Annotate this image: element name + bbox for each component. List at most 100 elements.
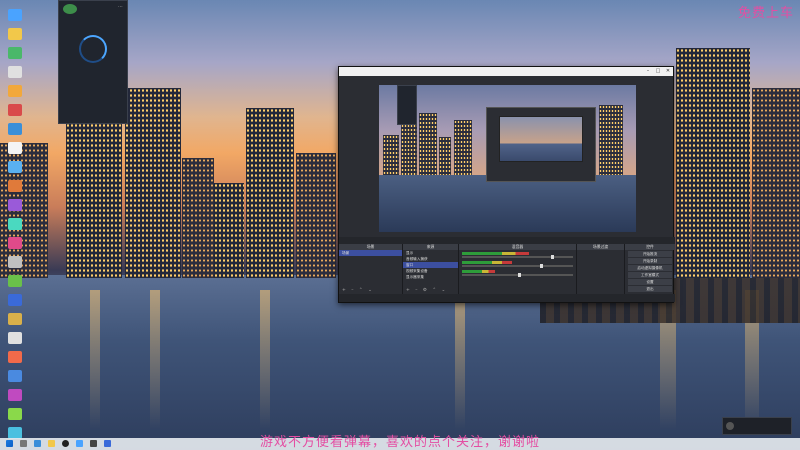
virtual-camera-button[interactable]: 启动虚拟摄像机 xyxy=(628,265,672,271)
obs-titlebar[interactable]: – □ ✕ xyxy=(339,67,673,76)
panel-header xyxy=(59,1,127,17)
light-reflection xyxy=(90,290,100,430)
preview-building xyxy=(454,120,472,175)
desktop-shortcut[interactable] xyxy=(4,218,26,230)
dock-titles-bar xyxy=(339,237,675,244)
desktop-shortcut[interactable] xyxy=(4,237,26,249)
studio-mode-button[interactable]: 工作室模式 xyxy=(628,272,672,278)
exit-button[interactable]: 退出 xyxy=(628,286,672,292)
transitions-dock: 场景过渡 xyxy=(577,244,625,294)
source-item[interactable]: 显示器采集 xyxy=(403,274,458,280)
building xyxy=(125,88,181,278)
preview-building xyxy=(419,113,437,175)
desktop-shortcut[interactable] xyxy=(4,408,26,420)
obs-status-bar xyxy=(339,294,675,302)
controls-dock: 控件 开始推流 开始录制 启动虚拟摄像机 工作室模式 设置 退出 xyxy=(625,244,675,294)
more-icon[interactable]: ⋯ xyxy=(118,4,123,10)
desktop-icon-column xyxy=(4,2,26,439)
app-icon xyxy=(8,332,22,344)
building xyxy=(214,183,244,278)
app-icon xyxy=(8,199,22,211)
desktop-shortcut[interactable] xyxy=(4,28,26,40)
sources-dock: 来源 显示 音频输入捕获 窗口 视频采集设备 显示器采集 + – ⚙ ⌃ ⌄ xyxy=(403,244,459,294)
close-button[interactable]: ✕ xyxy=(663,67,673,76)
preview-water xyxy=(379,175,636,232)
volume-slider-handle[interactable] xyxy=(539,264,543,268)
desktop-shortcut[interactable] xyxy=(4,275,26,287)
desktop-shortcut[interactable] xyxy=(4,85,26,97)
app-icon xyxy=(8,370,22,382)
desktop-shortcut[interactable] xyxy=(4,180,26,192)
building xyxy=(182,158,214,278)
obs-preview[interactable] xyxy=(379,85,636,232)
transitions-header: 场景过渡 xyxy=(577,244,624,250)
light-reflection xyxy=(455,290,465,430)
desktop-shortcut[interactable] xyxy=(4,256,26,268)
app-icon xyxy=(8,275,22,287)
desktop-shortcut[interactable] xyxy=(4,294,26,306)
preview-building xyxy=(439,137,451,175)
maximize-button[interactable]: □ xyxy=(653,67,663,76)
controls-header: 控件 xyxy=(625,244,675,250)
app-icon xyxy=(8,408,22,420)
desktop-shortcut[interactable] xyxy=(4,199,26,211)
settings-button[interactable]: 设置 xyxy=(628,279,672,285)
app-icon xyxy=(8,237,22,249)
app-icon xyxy=(8,85,22,97)
corner-overlay-text: 免费上车 xyxy=(737,6,794,21)
desktop-shortcut[interactable] xyxy=(4,104,26,116)
desktop-shortcut[interactable] xyxy=(4,313,26,325)
volume-slider[interactable] xyxy=(462,273,573,277)
app-icon xyxy=(8,66,22,78)
desktop-shortcut[interactable] xyxy=(4,66,26,78)
preview-building xyxy=(383,135,399,175)
desktop-shortcut[interactable] xyxy=(4,161,26,173)
start-recording-button[interactable]: 开始录制 xyxy=(628,258,672,264)
building xyxy=(296,153,336,278)
mixer-track xyxy=(459,259,576,268)
app-icon xyxy=(8,180,22,192)
building xyxy=(66,123,122,278)
mixer-track xyxy=(459,250,576,259)
avatar xyxy=(63,4,77,14)
desktop-shortcut[interactable] xyxy=(4,332,26,344)
desktop-shortcut[interactable] xyxy=(4,47,26,59)
desktop-shortcut[interactable] xyxy=(4,370,26,382)
app-icon xyxy=(8,351,22,363)
scene-item[interactable]: 场景 xyxy=(339,250,402,256)
obs-window[interactable]: – □ ✕ 场景 场景 + – ⌃ ⌄ 来源 显示 音频输入捕获 窗口 视频采集… xyxy=(338,66,675,303)
desktop-shortcut[interactable] xyxy=(4,389,26,401)
app-icon xyxy=(8,142,22,154)
app-icon xyxy=(8,161,22,173)
preview-loading-panel xyxy=(397,85,417,125)
preview-building xyxy=(401,120,417,175)
building xyxy=(246,108,294,278)
scenes-dock: 场景 场景 + – ⌃ ⌄ xyxy=(339,244,403,294)
desktop-shortcut[interactable] xyxy=(4,9,26,21)
desktop-shortcut[interactable] xyxy=(4,142,26,154)
obs-docks: 场景 场景 + – ⌃ ⌄ 来源 显示 音频输入捕获 窗口 视频采集设备 显示器… xyxy=(339,244,675,294)
volume-slider[interactable] xyxy=(462,264,573,268)
app-icon xyxy=(8,9,22,21)
app-icon xyxy=(8,47,22,59)
app-icon xyxy=(8,313,22,325)
nested-preview-image xyxy=(499,116,583,162)
volume-slider-handle[interactable] xyxy=(517,273,521,277)
volume-slider-handle[interactable] xyxy=(550,255,554,259)
light-reflection xyxy=(150,290,160,430)
loading-spinner-icon xyxy=(79,35,107,63)
minimize-button[interactable]: – xyxy=(643,67,653,76)
start-streaming-button[interactable]: 开始推流 xyxy=(628,251,672,257)
audio-level-meter xyxy=(462,261,512,264)
mixer-track xyxy=(459,268,576,277)
app-icon xyxy=(8,104,22,116)
building xyxy=(676,48,750,278)
app-icon xyxy=(8,256,22,268)
preview-building xyxy=(599,105,623,175)
desktop-shortcut[interactable] xyxy=(4,123,26,135)
volume-slider[interactable] xyxy=(462,255,573,259)
loading-panel: ⋯ xyxy=(58,0,128,124)
desktop-shortcut[interactable] xyxy=(4,351,26,363)
app-icon xyxy=(8,294,22,306)
obs-menu-bar[interactable] xyxy=(339,76,673,83)
